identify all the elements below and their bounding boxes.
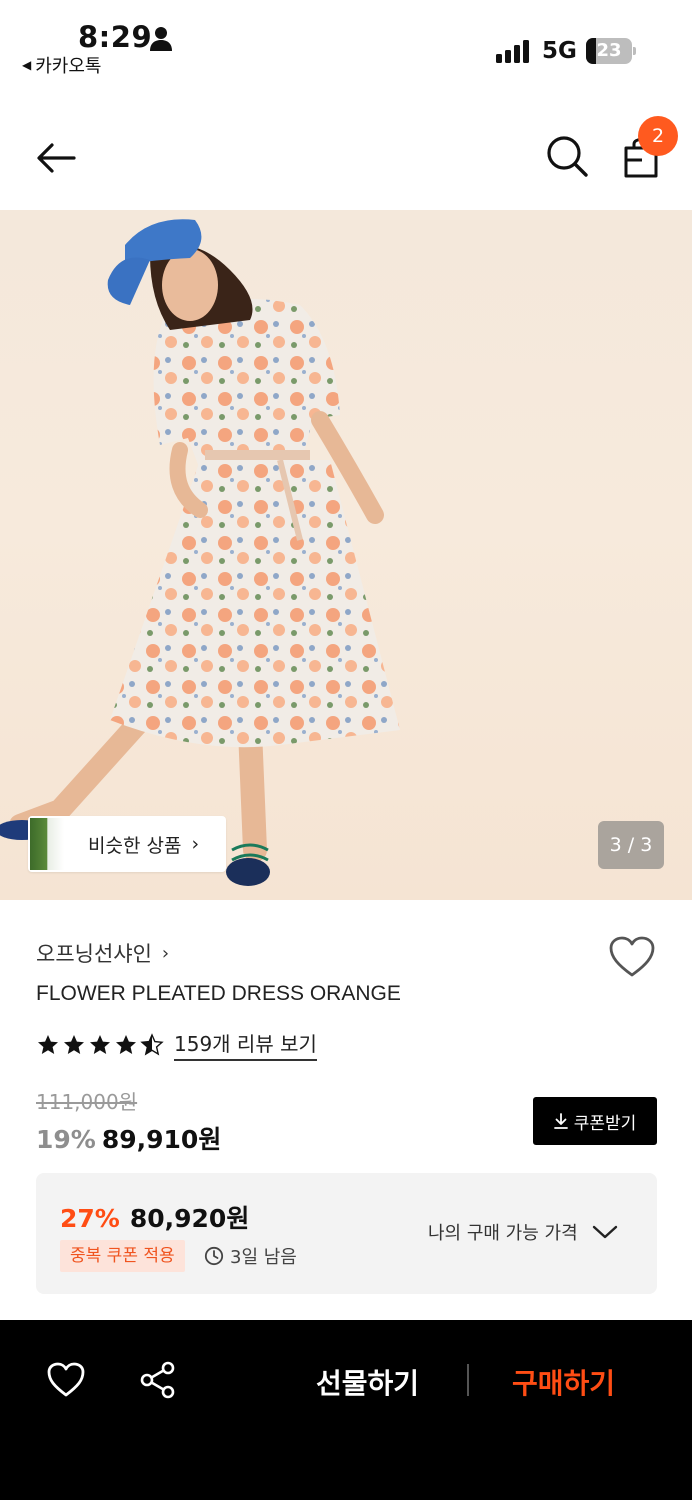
discount-rate: 19% [36,1125,96,1154]
chevron-right-icon: › [161,942,170,964]
person-icon [150,27,172,51]
nav-header [0,110,692,208]
similar-products-label: 비슷한 상품 [88,834,182,857]
back-to-app[interactable]: ◀ 카카오톡 [22,52,101,78]
back-triangle-icon: ◀ [22,58,32,72]
product-name: FLOWER PLEATED DRESS ORANGE [36,982,401,1005]
original-price: 111,000원 [36,1090,138,1114]
price-row: 19% 89,910원 [36,1120,221,1156]
brand-name: 오프닝선샤인 [36,942,152,966]
back-app-label: 카카오톡 [35,56,102,77]
star-icon [90,1034,110,1054]
buy-button[interactable]: 구매하기 [512,1362,615,1402]
best-price: 80,920원 [129,1204,250,1233]
star-icon [38,1034,58,1054]
image-counter: 3 / 3 [598,821,664,869]
share-icon[interactable] [138,1360,178,1400]
search-icon[interactable] [543,132,591,180]
download-icon [553,1113,568,1129]
brand-link[interactable]: 오프닝선샤인 › [36,938,169,968]
star-rating [36,1032,164,1057]
my-price-label: 나의 구매 가능 가격 [428,1223,578,1244]
duplicate-coupon-badge: 중복 쿠폰 적용 [60,1240,185,1272]
status-time: 8:29 [78,20,153,54]
network-label: 5G [542,38,577,64]
my-price-toggle[interactable]: 나의 구매 가능 가격 [428,1219,618,1245]
coupon-button[interactable]: 쿠폰받기 [533,1097,657,1145]
star-icon [116,1034,136,1054]
rating-row: 159개 리뷰 보기 [36,1028,317,1061]
status-bar: 8:29 ◀ 카카오톡 5G 23 [0,0,692,100]
divider [467,1364,469,1396]
half-star-icon [140,1032,164,1055]
star-icon [64,1034,84,1054]
review-link[interactable]: 159개 리뷰 보기 [174,1028,317,1061]
best-discount-rate: 27% [60,1204,120,1233]
bottom-action-bar: 선물하기 구매하기 [0,1320,692,1500]
battery-icon: 23 [586,38,636,64]
gift-button[interactable]: 선물하기 [316,1362,419,1402]
battery-level: 23 [596,40,622,61]
best-price-row: 27% 80,920원 [60,1199,249,1235]
sale-price: 89,910원 [101,1125,222,1154]
heart-icon[interactable] [608,935,656,979]
similar-products-button[interactable]: 비슷한 상품 › [28,816,226,872]
heart-icon[interactable] [46,1360,86,1400]
best-price-box[interactable]: 27% 80,920원 중복 쿠폰 적용 3일 남음 나의 구매 가능 가격 [36,1173,657,1294]
coupon-label: 쿠폰받기 [573,1113,637,1134]
similar-thumbnail [30,818,64,870]
chevron-right-icon: › [191,833,200,855]
time-left: 3일 남음 [204,1240,297,1272]
product-image[interactable] [0,210,692,900]
clock-icon [204,1246,224,1266]
time-left-label: 3일 남음 [230,1247,297,1268]
back-arrow-icon[interactable] [32,134,80,182]
signal-icon [496,40,529,63]
chevron-down-icon [592,1225,617,1239]
cart-count-badge: 2 [638,116,678,156]
model-photo [0,219,400,886]
